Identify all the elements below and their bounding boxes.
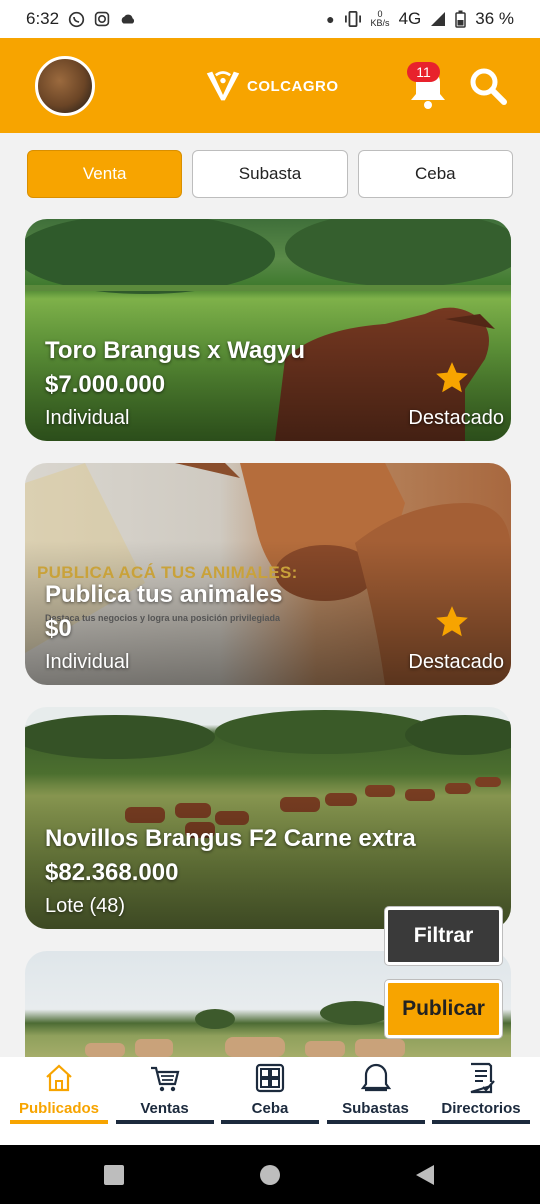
tab-subasta[interactable]: Subasta	[192, 150, 348, 198]
listing-kind: Lote (48)	[45, 895, 126, 917]
nav-indicator	[10, 1120, 108, 1124]
bell-icon	[360, 1063, 391, 1092]
promo-subtext: Destaca tus negocios y logra una posició…	[45, 613, 281, 623]
grid-icon	[255, 1063, 285, 1093]
nav-label: Ventas	[140, 1100, 189, 1117]
nav-item-subastas[interactable]: Subastas	[326, 1057, 425, 1145]
status-left: 6:32	[26, 9, 137, 29]
whatsapp-icon	[68, 11, 85, 27]
nav-item-ceba[interactable]: Ceba	[221, 1057, 319, 1145]
data-speed-icon: 0 KB/s	[370, 9, 390, 28]
nav-label: Ceba	[251, 1100, 289, 1117]
listing-card[interactable]: PUBLICA ACÁ TUS ANIMALES: Destaca tus ne…	[25, 463, 511, 685]
nav-indicator	[221, 1120, 319, 1124]
vibrate-icon	[344, 11, 361, 27]
cart-icon	[150, 1066, 179, 1092]
featured-label: Destacado	[408, 651, 504, 673]
back-icon[interactable]	[413, 1164, 435, 1186]
listing-kind: Individual	[45, 407, 130, 429]
listing-title: Novillos Brangus F2 Carne extra	[45, 825, 416, 852]
system-nav-bar	[0, 1145, 540, 1204]
signal-icon	[431, 12, 446, 26]
listing-card[interactable]: Toro Brangus x Wagyu $7.000.000 Individu…	[25, 219, 511, 441]
star-icon	[436, 606, 468, 637]
cloud-icon	[121, 14, 135, 24]
logo-mark-icon	[206, 71, 240, 101]
listing-price: $7.000.000	[45, 371, 166, 398]
listing-price: $0	[45, 615, 72, 642]
star-icon	[436, 362, 468, 393]
filter-button[interactable]: Filtrar	[385, 907, 502, 965]
nav-indicator	[326, 1120, 425, 1124]
listing-card[interactable]: Novillos Brangus F2 Carne extra $82.368.…	[25, 707, 511, 929]
nav-label: Directorios	[441, 1100, 521, 1117]
battery-percent: 36 %	[475, 9, 514, 28]
battery-icon	[455, 10, 466, 28]
nav-indicator	[115, 1120, 214, 1124]
publish-button[interactable]: Publicar	[385, 980, 502, 1038]
promo-heading: PUBLICA ACÁ TUS ANIMALES:	[37, 563, 298, 582]
brand-logo: COLCAGRO	[205, 68, 339, 104]
nav-label: Subastas	[342, 1100, 409, 1117]
network-type: 4G	[398, 9, 422, 28]
search-icon[interactable]	[468, 66, 508, 106]
listing-kind: Individual	[45, 651, 130, 673]
nav-item-publicados[interactable]: Publicados	[10, 1057, 108, 1145]
tab-ceba[interactable]: Ceba	[357, 150, 513, 198]
nav-label: Publicados	[18, 1100, 100, 1117]
nav-item-directorios[interactable]: Directorios	[432, 1057, 530, 1145]
clock: 6:32	[26, 9, 60, 28]
notification-count-badge: 11	[407, 62, 440, 82]
avatar[interactable]	[35, 56, 95, 116]
home-circle-icon[interactable]	[259, 1164, 281, 1186]
bottom-nav: Publicados Ventas Ceba Subastas Director…	[0, 1057, 540, 1145]
status-right: ● 0 KB/s 4G 36 %	[326, 9, 514, 29]
tab-venta[interactable]: Venta	[27, 150, 183, 198]
nav-indicator	[432, 1120, 530, 1124]
instagram-icon	[94, 11, 110, 27]
brand-name: COLCAGRO	[247, 77, 339, 95]
checklist-icon	[470, 1062, 495, 1094]
dot-icon: ●	[326, 11, 335, 27]
nav-item-ventas[interactable]: Ventas	[115, 1057, 214, 1145]
status-bar: 6:32 ● 0 KB/s 4G 36 %	[0, 0, 540, 38]
listing-price: $82.368.000	[45, 859, 179, 886]
home-icon	[46, 1064, 72, 1092]
featured-label: Destacado	[408, 407, 504, 429]
recents-icon[interactable]	[103, 1164, 125, 1186]
app-header: COLCAGRO 11	[0, 38, 540, 133]
category-tabs: Venta Subasta Ceba	[27, 150, 513, 198]
listing-title: Toro Brangus x Wagyu	[45, 337, 306, 364]
listing-title: Publica tus animales	[45, 581, 283, 608]
